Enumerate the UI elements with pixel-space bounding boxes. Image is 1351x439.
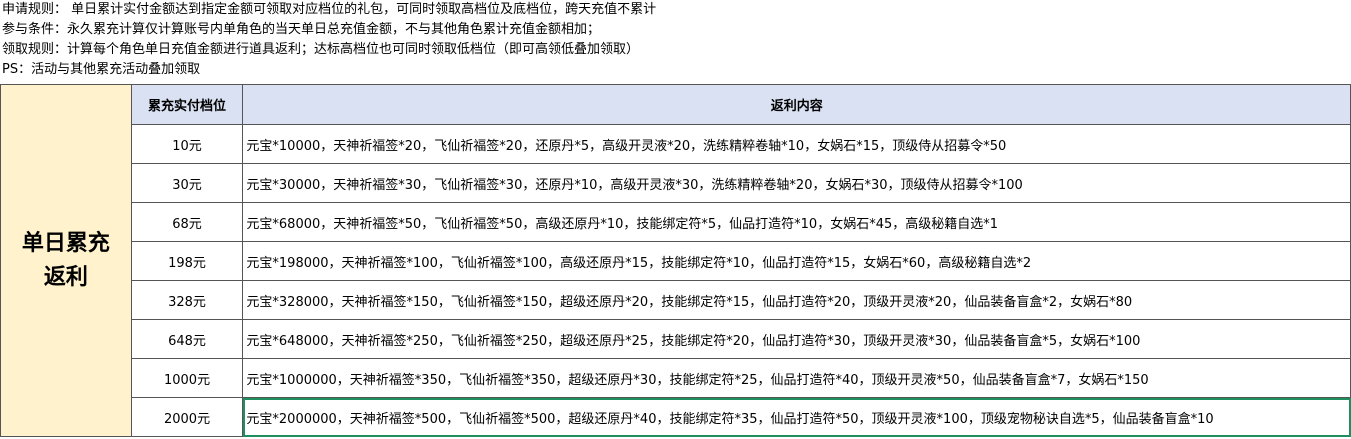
table-row: 198元 元宝*198000，天神祈福签*100，飞仙祈福签*100，高级还原丹… [1, 241, 1351, 281]
content-cell[interactable]: 元宝*10000，天神祈福签*20，飞仙祈福签*20，还原丹*5，高级开灵液*2… [242, 124, 1351, 164]
table-row: 1000元 元宝*1000000，天神祈福签*350，飞仙祈福签*350，超级还… [1, 358, 1351, 398]
rules-section: 申请规则： 单日累计实付金额达到指定金额可领取对应档位的礼包，可同时领取高档位及… [0, 0, 1351, 84]
content-cell[interactable]: 元宝*328000，天神祈福签*150，飞仙祈福签*150，超级还原丹*20，技… [242, 280, 1351, 320]
content-cell[interactable]: 元宝*198000，天神祈福签*100，飞仙祈福签*100，高级还原丹*15，技… [242, 241, 1351, 281]
header-content[interactable]: 返利内容 [242, 84, 1351, 125]
table-row: 68元 元宝*68000，天神祈福签*50，飞仙祈福签*50，高级还原丹*10，… [1, 202, 1351, 242]
content-cell[interactable]: 元宝*68000，天神祈福签*50，飞仙祈福签*50，高级还原丹*10，技能绑定… [242, 202, 1351, 242]
tier-cell[interactable]: 10元 [130, 124, 244, 164]
table-row: 10元 元宝*10000，天神祈福签*20，飞仙祈福签*20，还原丹*5，高级开… [1, 124, 1351, 164]
table-row: 328元 元宝*328000，天神祈福签*150，飞仙祈福签*150，超级还原丹… [1, 280, 1351, 320]
rule-condition: 参与条件：永久累充计算仅计算账号内单角色的当天单日总充值金额，不与其他角色累计充… [2, 22, 601, 37]
rule-apply: 申请规则： 单日累计实付金额达到指定金额可领取对应档位的礼包，可同时领取高档位及… [2, 2, 657, 17]
header-tier[interactable]: 累充实付档位 [130, 84, 244, 125]
tier-cell[interactable]: 68元 [130, 202, 244, 242]
tier-cell[interactable]: 648元 [130, 319, 244, 359]
table-row: 2000元 元宝*2000000，天神祈福签*500，飞仙祈福签*500，超级还… [1, 397, 1351, 437]
table-row: 648元 元宝*648000，天神祈福签*250，飞仙祈福签*250，超级还原丹… [1, 319, 1351, 359]
tier-cell[interactable]: 1000元 [130, 358, 244, 398]
rebate-table: 单日累充 返利 累充实付档位 返利内容 10元 元宝*10000，天神祈福签*2… [0, 84, 1351, 437]
side-label: 单日累充 返利 [21, 230, 110, 290]
rule-ps: PS：活动与其他累充活动叠加领取 [2, 62, 201, 77]
content-cell-selected[interactable]: 元宝*2000000，天神祈福签*500，飞仙祈福签*500，超级还原丹*40，… [242, 397, 1351, 437]
tier-cell[interactable]: 2000元 [130, 397, 244, 437]
table-row: 30元 元宝*30000，天神祈福签*30，飞仙祈福签*30，还原丹*10，高级… [1, 163, 1351, 203]
content-cell[interactable]: 元宝*30000，天神祈福签*30，飞仙祈福签*30，还原丹*10，高级开灵液*… [242, 163, 1351, 203]
content-cell[interactable]: 元宝*1000000，天神祈福签*350，飞仙祈福签*350，超级还原丹*30，… [242, 358, 1351, 398]
content-cell[interactable]: 元宝*648000，天神祈福签*250，飞仙祈福签*250，超级还原丹*25，技… [242, 319, 1351, 359]
rule-claim: 领取规则：计算每个角色单日充值金额进行道具返利；达标高档位也可同时领取低档位（即… [2, 42, 640, 57]
tier-cell[interactable]: 198元 [130, 241, 244, 281]
tier-cell[interactable]: 328元 [130, 280, 244, 320]
tier-cell[interactable]: 30元 [130, 163, 244, 203]
side-label-cell[interactable]: 单日累充 返利 [0, 84, 132, 437]
